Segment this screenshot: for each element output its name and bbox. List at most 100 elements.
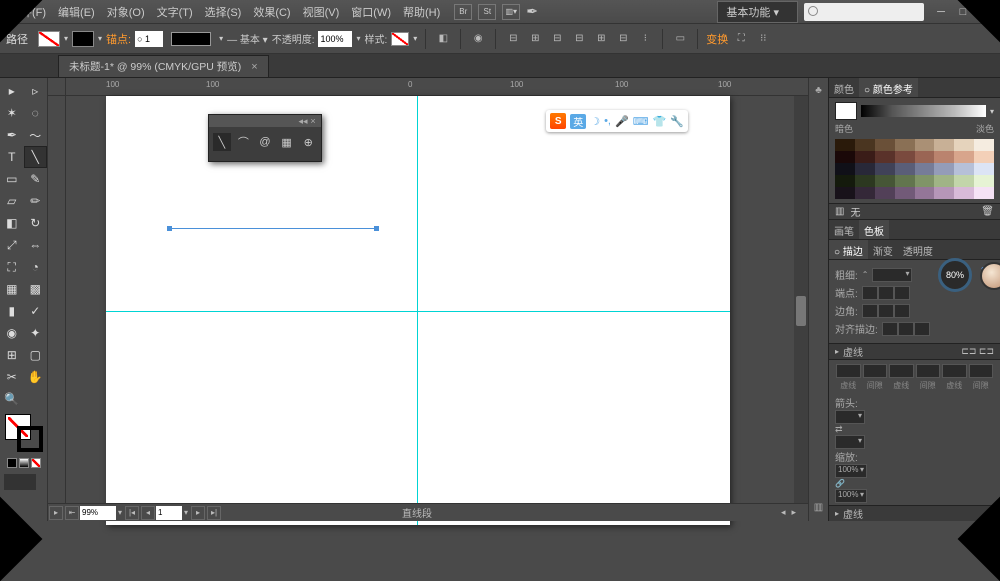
brush-panel-icon[interactable]: ▥ <box>835 206 844 217</box>
align-center-icon[interactable]: ⊞ <box>526 30 544 48</box>
menu-effect[interactable]: 效果(C) <box>247 4 296 20</box>
dock-library-icon[interactable]: ▥ <box>811 499 827 515</box>
align-top-icon[interactable]: ⊟ <box>570 30 588 48</box>
menu-object[interactable]: 对象(O) <box>101 4 151 20</box>
workspace-switcher[interactable]: 基本功能 ▾ <box>717 1 798 23</box>
align-more-icon[interactable]: ⁝ <box>636 30 654 48</box>
shaper-tool[interactable]: ▱ <box>0 190 24 212</box>
graph-tool[interactable]: ⊞ <box>0 344 24 366</box>
panel-close-icon[interactable]: × <box>308 116 318 126</box>
align-right-icon[interactable]: ⊟ <box>548 30 566 48</box>
transparency-tab[interactable]: 透明度 <box>898 240 938 259</box>
nav-next[interactable]: ▸ <box>191 506 205 520</box>
stroke-grid-icon[interactable]: ▦ <box>278 133 296 151</box>
nav-prev[interactable]: ◂ <box>141 506 155 520</box>
horizontal-guide[interactable] <box>106 311 730 312</box>
line-handle-start[interactable] <box>167 226 172 231</box>
zoom-field[interactable]: 99% <box>80 506 116 520</box>
align-mid-icon[interactable]: ⊞ <box>592 30 610 48</box>
blend-tool[interactable]: ◉ <box>0 322 24 344</box>
eyedropper-tool[interactable]: ✓ <box>24 300 48 322</box>
zoom-tool[interactable]: 🔍 <box>0 388 24 410</box>
panel-collapse-icon[interactable]: ◂◂ <box>298 116 308 127</box>
artboard[interactable]: ◂◂ × ╲ ⌒ @ ▦ ⊕ S 英 ☽ •, 🎤 ⌨ 👕 <box>106 96 730 525</box>
ime-lang-toggle[interactable]: 英 <box>570 114 586 129</box>
align-bottom-icon[interactable]: ⊟ <box>614 30 632 48</box>
recolor-icon[interactable]: ◉ <box>469 30 487 48</box>
nav-next-ab[interactable]: ▸| <box>207 506 221 520</box>
arrow-start-dd[interactable] <box>835 410 865 424</box>
color-mode-none[interactable] <box>31 458 41 468</box>
isolate-icon[interactable]: ⛶ <box>732 30 750 48</box>
ime-mic-icon[interactable]: 🎤 <box>615 115 629 128</box>
menu-window[interactable]: 窗口(W) <box>345 4 397 20</box>
join-bevel[interactable] <box>894 304 910 318</box>
document-tab[interactable]: 未标题-1* @ 99% (CMYK/GPU 预览) × <box>58 55 269 77</box>
ime-moon-icon[interactable]: ☽ <box>590 115 600 128</box>
stroke-polar-icon[interactable]: ⊕ <box>299 133 317 151</box>
arrange-icon[interactable]: ▥▾ <box>502 4 520 20</box>
join-miter[interactable] <box>862 304 878 318</box>
type-tool[interactable]: T <box>0 146 24 168</box>
join-round[interactable] <box>878 304 894 318</box>
screen-mode-full[interactable] <box>20 474 36 490</box>
artboard-field[interactable]: 1 <box>156 506 182 520</box>
line-tool[interactable]: ╲ <box>24 146 48 168</box>
align-outside[interactable] <box>914 322 930 336</box>
stroke-arc-icon[interactable]: ⌒ <box>235 133 253 151</box>
menu-type[interactable]: 文字(T) <box>151 4 199 20</box>
vertical-scrollbar[interactable] <box>794 96 808 503</box>
floating-stroke-panel[interactable]: ◂◂ × ╲ ⌒ @ ▦ ⊕ <box>208 114 322 162</box>
fill-stroke-indicator[interactable] <box>5 414 43 452</box>
stroke-box[interactable] <box>17 426 43 452</box>
window-minimize[interactable]: ─ <box>932 3 950 21</box>
color-tab[interactable]: 颜色 <box>829 78 859 97</box>
width-tool[interactable]: ⇔ <box>24 234 48 256</box>
horizontal-ruler[interactable]: 100 100 0 100 100 100 <box>66 78 808 96</box>
pencil-tool[interactable]: ✏ <box>24 190 48 212</box>
brush-trash-icon[interactable]: 🗑 <box>981 206 994 217</box>
ruler-origin[interactable] <box>48 78 66 96</box>
align-inside[interactable] <box>898 322 914 336</box>
opacity-field[interactable]: 100% <box>318 31 352 47</box>
rotate-tool[interactable]: ↻ <box>24 212 48 234</box>
screen-mode-normal[interactable] <box>4 474 20 490</box>
shape-builder-tool[interactable]: ◔ <box>24 256 48 278</box>
mesh-tool[interactable]: ▩ <box>24 278 48 300</box>
more-icon[interactable]: ⁝⁝ <box>754 30 772 48</box>
arrow-end-dd[interactable] <box>835 435 865 449</box>
pen-tool[interactable]: ✒ <box>0 124 24 146</box>
nav-first[interactable]: ⇤ <box>65 506 79 520</box>
ime-keyboard-icon[interactable]: ⌨ <box>633 115 649 128</box>
stroke-weight-dd[interactable] <box>872 268 912 282</box>
ime-floating-bar[interactable]: S 英 ☽ •, 🎤 ⌨ 👕 🔧 <box>546 110 688 132</box>
cap-square[interactable] <box>894 286 910 300</box>
gradient-tool[interactable]: ▮ <box>0 300 24 322</box>
slice-tool[interactable]: ✂ <box>0 366 24 388</box>
color-mode-fill[interactable] <box>7 458 17 468</box>
stroke-swatch[interactable] <box>72 31 94 47</box>
artboard-tool[interactable]: ▢ <box>24 344 48 366</box>
stroke-preview[interactable] <box>171 32 211 46</box>
symbol-sprayer-tool[interactable]: ✦ <box>24 322 48 344</box>
close-tab-icon[interactable]: × <box>251 61 257 73</box>
line-handle-end[interactable] <box>374 226 379 231</box>
brush-tool[interactable]: ✎ <box>24 168 48 190</box>
dash-section-header[interactable]: 虚线⊏⊐ ⊏⊐ <box>829 343 1000 360</box>
menu-view[interactable]: 视图(V) <box>297 4 346 20</box>
lasso-tool[interactable]: ◌ <box>24 102 48 124</box>
stroke-tab[interactable]: ○ 描边 <box>829 240 868 259</box>
shape-mode-icon[interactable]: ▭ <box>671 30 689 48</box>
sync-cloud-icon[interactable]: ✒ <box>526 3 538 20</box>
base-color-swatch[interactable] <box>835 102 857 120</box>
magic-wand-tool[interactable]: ✶ <box>0 102 24 124</box>
menu-help[interactable]: 帮助(H) <box>397 4 446 20</box>
layout-icon-1[interactable]: Br <box>454 4 472 20</box>
ime-settings-icon[interactable]: 🔧 <box>670 115 684 128</box>
fill-swatch[interactable] <box>38 31 60 47</box>
ime-skin-icon[interactable]: 👕 <box>653 115 667 128</box>
arrow-scale-start[interactable]: 100% <box>835 464 867 478</box>
curvature-tool[interactable]: 〜 <box>24 124 48 146</box>
ime-punct-icon[interactable]: •, <box>604 115 611 127</box>
dock-club-icon[interactable]: ♣ <box>811 82 827 98</box>
